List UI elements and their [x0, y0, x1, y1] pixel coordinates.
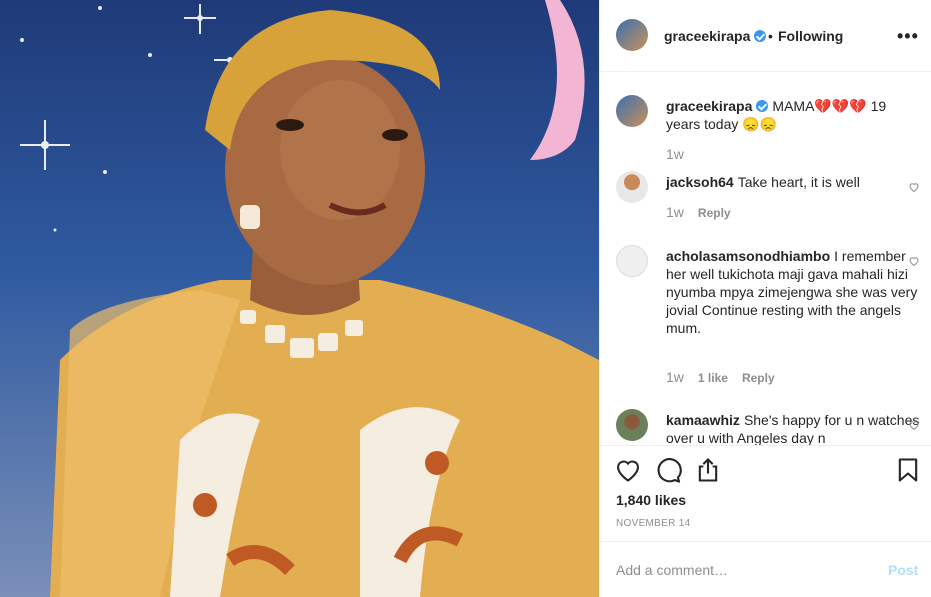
like-comment-heart-icon[interactable] — [908, 419, 920, 431]
share-icon[interactable] — [694, 456, 722, 484]
post-comment-button[interactable]: Post — [888, 562, 918, 578]
separator-dot: • — [768, 28, 773, 44]
commenter-avatar[interactable] — [616, 409, 648, 441]
add-comment-input[interactable] — [616, 560, 866, 580]
caption-age[interactable]: 1w — [666, 146, 684, 162]
comment-text: kamaawhiz She's happy for u n watches ove… — [666, 411, 922, 445]
caption-avatar[interactable] — [616, 95, 648, 127]
post-date[interactable]: NOVEMBER 14 — [616, 518, 690, 529]
following-button[interactable]: Following — [778, 28, 843, 44]
comment-like-count[interactable]: 1 like — [698, 371, 728, 385]
comment-age[interactable]: 1w — [666, 369, 684, 385]
comment-meta: 1w Reply — [666, 204, 745, 220]
post-panel: graceekirapa • Following ••• graceekirap… — [599, 0, 931, 597]
portrait-image — [20, 0, 599, 597]
comment-body: Take heart, it is well — [737, 174, 860, 190]
like-comment-heart-icon[interactable] — [908, 181, 920, 193]
comment-username[interactable]: kamaawhiz — [666, 412, 740, 428]
caption-username[interactable]: graceekirapa — [666, 98, 752, 114]
caption-meta: 1w — [666, 146, 698, 162]
commenter-avatar[interactable] — [616, 171, 648, 203]
like-count[interactable]: 1,840 likes — [616, 492, 686, 508]
comment-bubble-icon[interactable] — [654, 456, 682, 484]
reply-button[interactable]: Reply — [742, 371, 775, 385]
comment-age[interactable]: 1w — [666, 204, 684, 220]
commenter-avatar-placeholder-icon[interactable] — [616, 245, 648, 277]
more-options-icon[interactable]: ••• — [897, 26, 919, 47]
like-comment-heart-icon[interactable] — [908, 255, 920, 267]
comment-meta: 1w 1 like Reply — [666, 369, 789, 385]
reply-button[interactable]: Reply — [698, 206, 731, 220]
author-avatar[interactable] — [616, 19, 648, 51]
post-actions: 1,840 likes NOVEMBER 14 — [600, 445, 931, 541]
comment-text: jacksoh64 Take heart, it is well — [666, 173, 922, 191]
comment-text: acholasamsonodhiambo I remember her well … — [666, 247, 922, 337]
post-header: graceekirapa • Following ••• — [600, 0, 931, 72]
save-bookmark-icon[interactable] — [894, 456, 922, 484]
like-heart-icon[interactable] — [614, 456, 642, 484]
post-photo[interactable] — [0, 0, 599, 597]
verified-badge-icon — [756, 100, 769, 112]
author-username[interactable]: graceekirapa — [664, 28, 767, 44]
add-comment-bar: Post — [600, 541, 931, 597]
comments-list[interactable]: graceekirapa MAMA💔💔💔 19 years today 😞😞 1w… — [600, 72, 931, 445]
comment-username[interactable]: jacksoh64 — [666, 174, 734, 190]
caption-text: graceekirapa MAMA💔💔💔 19 years today 😞😞 — [666, 97, 922, 133]
author-name[interactable]: graceekirapa — [664, 28, 750, 44]
verified-badge-icon — [754, 30, 767, 42]
comment-username[interactable]: acholasamsonodhiambo — [666, 248, 830, 264]
